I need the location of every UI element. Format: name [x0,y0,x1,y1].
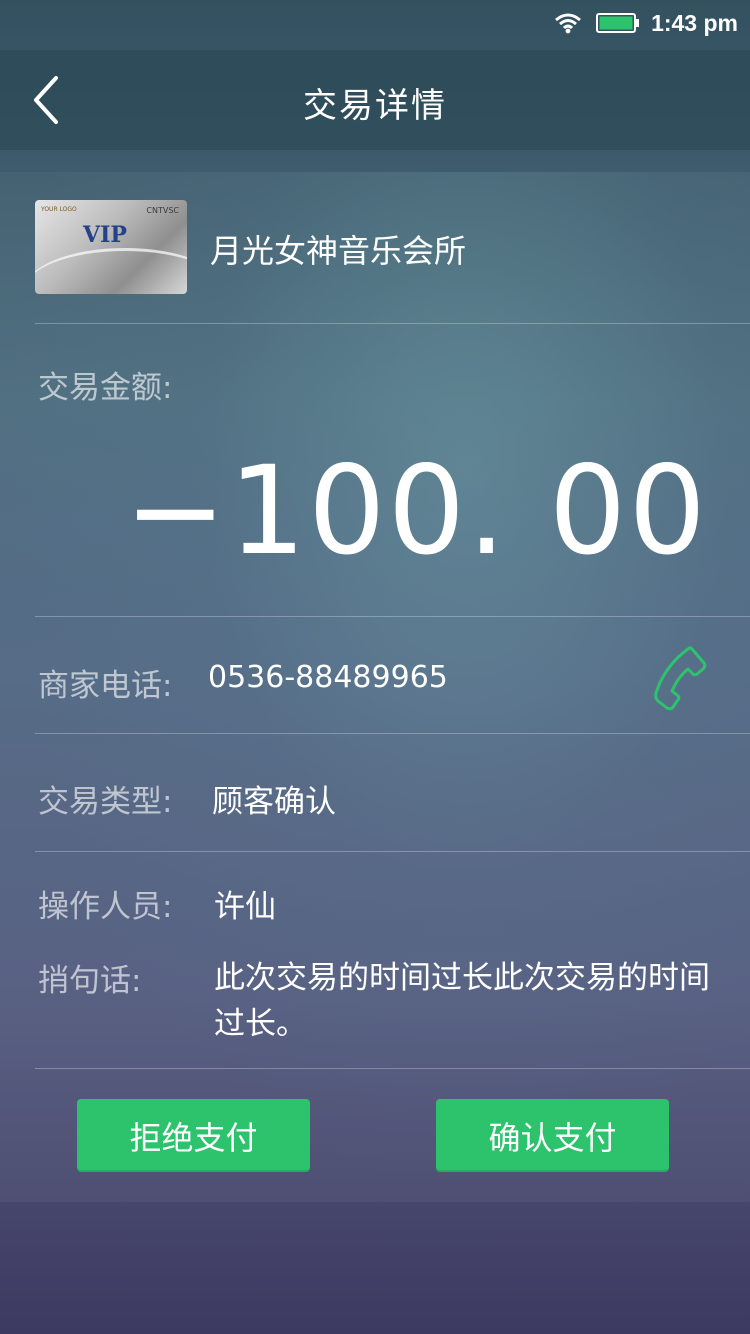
type-label: 交易类型: [38,784,173,820]
divider [35,323,750,324]
page-title: 交易详情 [303,86,447,126]
bottom-area [0,1202,750,1334]
status-bar: 1:43 pm [0,0,750,50]
divider [35,851,750,852]
confirm-payment-button[interactable]: 确认支付 [436,1099,669,1172]
reject-payment-button[interactable]: 拒绝支付 [77,1099,310,1172]
type-value: 顾客确认 [212,784,336,820]
divider [35,616,750,617]
phone-value[interactable]: 0536-88489965 [208,660,448,695]
amount-label: 交易金额: [38,370,173,406]
operator-value: 许仙 [214,889,276,925]
amount-value: −100. 00 [124,440,708,582]
status-time: 1:43 pm [651,10,738,36]
battery-icon [596,13,639,33]
merchant-card-image: YOUR LOGO CNTVSC VIP [35,200,187,294]
merchant-name: 月光女神音乐会所 [210,232,467,270]
card-brand-text: CNTVSC [146,206,179,215]
card-vip-text: VIP [83,222,127,248]
divider [35,1068,750,1069]
divider [35,733,750,734]
card-swirl [35,248,187,294]
card-logo-text: YOUR LOGO [41,206,77,213]
phone-icon[interactable] [652,645,710,715]
nav-bar: 交易详情 [0,50,750,150]
wifi-icon [555,13,581,34]
phone-label: 商家电话: [38,668,173,704]
operator-label: 操作人员: [38,889,173,925]
remark-label: 捎句话: [38,963,142,999]
remark-value: 此次交易的时间过长此次交易的时间过长。 [214,960,710,1042]
